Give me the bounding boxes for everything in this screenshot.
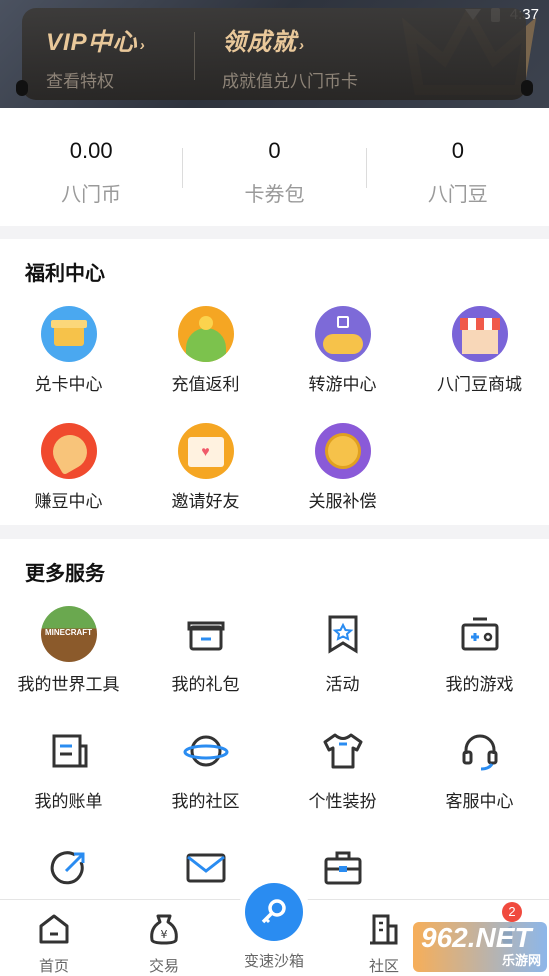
nav-home[interactable]: 首页 bbox=[14, 912, 94, 976]
grid-label: 转游中心 bbox=[308, 375, 377, 394]
grid-label: 充值返利 bbox=[171, 375, 240, 394]
share-arrow-icon bbox=[41, 840, 97, 896]
service-item-my-games[interactable]: 我的游戏 bbox=[411, 606, 548, 695]
service-item-community[interactable]: 我的社区 bbox=[137, 723, 274, 812]
section-title: 福利中心 bbox=[25, 263, 105, 285]
grid-label: 活动 bbox=[325, 675, 360, 694]
wallet-summary: 0.00 八门币 0 卡券包 0 八门豆 bbox=[0, 108, 549, 226]
watermark-main: 962.NET bbox=[421, 922, 532, 953]
grid-label: 客服中心 bbox=[445, 792, 514, 811]
achievement-title: 领成就 bbox=[222, 29, 297, 56]
money-bag-icon: ¥ bbox=[150, 914, 178, 945]
recharge-rebate-icon bbox=[177, 306, 234, 362]
grid-label: 关服补偿 bbox=[308, 492, 377, 511]
achievement-subtitle: 成就值兑八门币卡 bbox=[222, 72, 358, 91]
wallet-label: 卡券包 bbox=[244, 184, 305, 206]
headset-icon bbox=[452, 723, 508, 779]
welfare-item-compensation[interactable]: 关服补偿 bbox=[274, 423, 411, 512]
welfare-section: 福利中心 兑卡中心 充值返利 转游中心 八门豆商城 赚豆中心 ♥ 邀请好友 关服… bbox=[0, 239, 549, 525]
nav-label: 交易 bbox=[148, 958, 179, 975]
watermark-sub: 乐游网 bbox=[501, 953, 541, 968]
wallet-coins[interactable]: 0.00 八门币 bbox=[0, 108, 182, 226]
bill-icon bbox=[41, 723, 97, 779]
gift-icon bbox=[178, 606, 234, 662]
server-close-compensation-icon bbox=[314, 423, 371, 479]
grid-label: 兑卡中心 bbox=[34, 375, 103, 394]
wallet-coupons[interactable]: 0 卡券包 bbox=[183, 108, 365, 226]
notification-badge: 2 bbox=[502, 902, 522, 922]
activity-bookmark-icon bbox=[315, 606, 371, 662]
grid-label: 个性装扮 bbox=[308, 792, 377, 811]
tshirt-icon bbox=[315, 723, 371, 779]
vip-center-subtitle: 查看特权 bbox=[46, 72, 114, 91]
bean-shop-icon bbox=[451, 306, 508, 362]
site-watermark-logo: 962.NET 乐游网 bbox=[413, 922, 547, 972]
grid-label: 邀请好友 bbox=[171, 492, 240, 511]
vip-header: 4:37 VIP中心› 查看特权 领成就› 成就值兑八门币卡 bbox=[0, 0, 549, 108]
nav-label: 社区 bbox=[368, 958, 399, 975]
nav-speed-sandbox-button[interactable] bbox=[238, 876, 310, 948]
nav-speed-sandbox[interactable]: 变速沙箱 bbox=[234, 950, 314, 971]
welfare-item-game-transfer[interactable]: 转游中心 bbox=[274, 306, 411, 395]
achievement-link[interactable]: 领成就 › 成就值兑八门币卡 bbox=[222, 22, 358, 92]
toolbox-icon bbox=[315, 840, 371, 896]
game-transfer-icon bbox=[314, 306, 371, 362]
home-icon bbox=[39, 914, 69, 944]
welfare-item-recharge-rebate[interactable]: 充值返利 bbox=[137, 306, 274, 395]
grid-label: 我的游戏 bbox=[445, 675, 514, 694]
wallet-value: 0 bbox=[451, 138, 464, 163]
grid-label: 八门豆商城 bbox=[437, 375, 522, 394]
card-exchange-icon bbox=[40, 306, 97, 362]
svg-text:¥: ¥ bbox=[161, 928, 168, 941]
service-item-activity[interactable]: 活动 bbox=[274, 606, 411, 695]
minecraft-icon: MINECRAFT bbox=[40, 606, 97, 662]
decoration-dot bbox=[16, 80, 28, 96]
building-icon bbox=[370, 914, 398, 945]
nav-community[interactable]: 社区 bbox=[344, 912, 424, 976]
welfare-item-card-exchange[interactable]: 兑卡中心 bbox=[0, 306, 137, 395]
services-section: 更多服务 MINECRAFT 我的世界工具 我的礼包 活动 我的游戏 我的账单 … bbox=[0, 539, 549, 899]
vip-center-link[interactable]: VIP中心 › 查看特权 bbox=[46, 22, 146, 92]
vip-divider bbox=[194, 32, 195, 80]
service-item-share[interactable] bbox=[0, 840, 137, 904]
grid-label: 赚豆中心 bbox=[34, 492, 103, 511]
decoration-dot bbox=[521, 80, 533, 96]
vip-card: VIP中心 › 查看特权 领成就 › 成就值兑八门币卡 bbox=[22, 8, 526, 100]
welfare-item-earn-beans[interactable]: 赚豆中心 bbox=[0, 423, 137, 512]
game-console-icon bbox=[452, 606, 508, 662]
nav-label: 首页 bbox=[38, 958, 69, 975]
welfare-item-bean-shop[interactable]: 八门豆商城 bbox=[411, 306, 548, 395]
earn-beans-icon bbox=[40, 423, 97, 479]
wallet-label: 八门豆 bbox=[427, 184, 488, 206]
grid-label: 我的账单 bbox=[34, 792, 103, 811]
key-icon bbox=[261, 899, 286, 924]
planet-icon bbox=[178, 723, 234, 779]
wallet-value: 0 bbox=[268, 138, 281, 163]
service-item-gift[interactable]: 我的礼包 bbox=[137, 606, 274, 695]
wallet-value: 0.00 bbox=[69, 138, 113, 163]
mail-icon bbox=[178, 840, 234, 896]
service-item-dress-up[interactable]: 个性装扮 bbox=[274, 723, 411, 812]
service-item-bills[interactable]: 我的账单 bbox=[0, 723, 137, 812]
chevron-right-icon: › bbox=[299, 37, 305, 54]
vip-center-title: VIP中心 bbox=[46, 29, 138, 56]
grid-label: 我的礼包 bbox=[171, 675, 240, 694]
chevron-right-icon: › bbox=[139, 37, 146, 54]
service-item-minecraft-tools[interactable]: MINECRAFT 我的世界工具 bbox=[0, 606, 137, 695]
wallet-beans[interactable]: 0 八门豆 bbox=[367, 108, 549, 226]
nav-trade[interactable]: ¥ 交易 bbox=[124, 912, 204, 976]
nav-label: 变速沙箱 bbox=[243, 953, 304, 970]
wallet-label: 八门币 bbox=[61, 184, 122, 206]
welfare-item-invite-friends[interactable]: ♥ 邀请好友 bbox=[137, 423, 274, 512]
service-item-customer-service[interactable]: 客服中心 bbox=[411, 723, 548, 812]
grid-label: 我的世界工具 bbox=[17, 675, 120, 694]
grid-label: 我的社区 bbox=[171, 792, 240, 811]
section-title: 更多服务 bbox=[25, 563, 105, 585]
invite-friends-icon: ♥ bbox=[177, 423, 234, 479]
